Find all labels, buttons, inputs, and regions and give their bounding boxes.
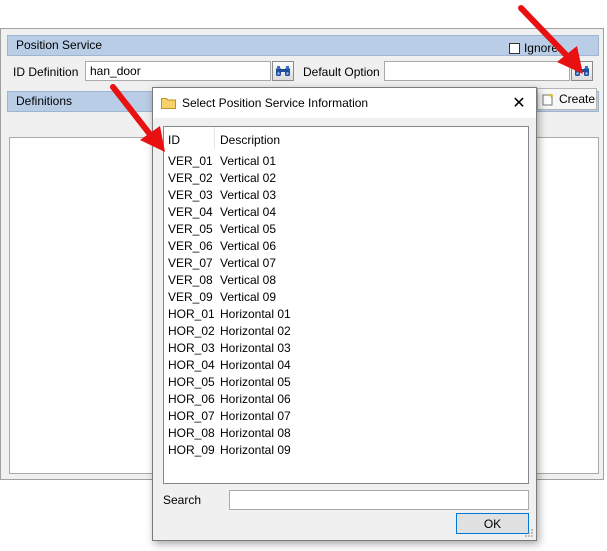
list-item[interactable]: HOR_06 Horizontal 06 — [164, 391, 528, 408]
list-item-description: Vertical 03 — [220, 188, 277, 202]
list-item[interactable]: HOR_07 Horizontal 07 — [164, 408, 528, 425]
list-item[interactable]: HOR_03 Horizontal 03 — [164, 340, 528, 357]
list-item[interactable]: VER_08 Vertical 08 — [164, 272, 528, 289]
list-item-id: HOR_04 — [168, 358, 215, 372]
list-item-description: Horizontal 08 — [220, 426, 291, 440]
list-item-description: Vertical 05 — [220, 222, 277, 236]
list-item-id: HOR_03 — [168, 341, 215, 355]
list-item[interactable]: VER_03 Vertical 03 — [164, 187, 528, 204]
create-button[interactable]: Create — [537, 88, 597, 110]
list-item[interactable]: HOR_04 Horizontal 04 — [164, 357, 528, 374]
list-item-description: Vertical 04 — [220, 205, 277, 219]
list-item-description: Horizontal 09 — [220, 443, 291, 457]
list-item[interactable]: HOR_01 Horizontal 01 — [164, 306, 528, 323]
list-item[interactable]: VER_07 Vertical 07 — [164, 255, 528, 272]
list-item-id: VER_02 — [168, 171, 213, 185]
list-item-description: Vertical 01 — [220, 154, 277, 168]
list-item-description: Vertical 09 — [220, 290, 277, 304]
list-item[interactable]: VER_01 Vertical 01 — [164, 153, 528, 170]
select-position-service-dialog: Select Position Service Information ✕ ID… — [152, 87, 537, 541]
column-header-description[interactable]: Description — [220, 133, 280, 147]
list-item-description: Horizontal 06 — [220, 392, 291, 406]
definitions-title: Definitions — [16, 94, 73, 108]
list-item-description: Horizontal 07 — [220, 409, 291, 423]
list-item[interactable]: VER_05 Vertical 05 — [164, 221, 528, 238]
id-definition-label: ID Definition — [13, 65, 79, 79]
list-item-id: VER_04 — [168, 205, 213, 219]
list-item-description: Horizontal 02 — [220, 324, 291, 338]
list-item-id: VER_03 — [168, 188, 213, 202]
list-item-id: HOR_02 — [168, 324, 215, 338]
dialog-titlebar[interactable]: Select Position Service Information ✕ — [153, 88, 536, 118]
position-service-title: Position Service — [16, 38, 103, 52]
create-label: Create — [559, 92, 596, 106]
list-item-description: Horizontal 05 — [220, 375, 291, 389]
list-item[interactable]: VER_02 Vertical 02 — [164, 170, 528, 187]
list-item-id: VER_08 — [168, 273, 213, 287]
resize-grip-icon[interactable] — [524, 528, 534, 538]
list-header: ID Description — [164, 127, 528, 152]
list-item-id: HOR_05 — [168, 375, 215, 389]
list-item-id: VER_09 — [168, 290, 213, 304]
list-item[interactable]: HOR_02 Horizontal 02 — [164, 323, 528, 340]
list-item-id: HOR_06 — [168, 392, 215, 406]
list-item-id: VER_07 — [168, 256, 213, 270]
dialog-title: Select Position Service Information — [182, 96, 369, 110]
list-item-id: HOR_01 — [168, 307, 215, 321]
list-item-description: Horizontal 01 — [220, 307, 291, 321]
list-item-id: VER_01 — [168, 154, 213, 168]
list-item-description: Vertical 08 — [220, 273, 277, 287]
list-item-id: HOR_09 — [168, 443, 215, 457]
id-definition-input[interactable]: han_door — [85, 61, 271, 81]
new-item-icon — [542, 93, 554, 106]
list-item[interactable]: HOR_05 Horizontal 05 — [164, 374, 528, 391]
list-item-description: Vertical 07 — [220, 256, 277, 270]
list-item-description: Vertical 06 — [220, 239, 277, 253]
position-service-header: Position Service Ignore — [7, 35, 599, 56]
search-input[interactable] — [229, 490, 529, 510]
position-service-list[interactable]: ID Description VER_01 Vertical 01 VER_02 Ve… — [163, 126, 529, 484]
close-icon[interactable]: ✕ — [502, 88, 536, 118]
list-item-id: VER_06 — [168, 239, 213, 253]
search-label: Search — [163, 493, 202, 507]
binoculars-icon — [276, 66, 290, 76]
list-item[interactable]: VER_09 Vertical 09 — [164, 289, 528, 306]
list-item-description: Horizontal 04 — [220, 358, 291, 372]
id-definition-lookup-button[interactable] — [272, 61, 294, 81]
ok-button[interactable]: OK — [456, 513, 529, 534]
default-option-label: Default Option — [303, 65, 380, 79]
list-item-id: VER_05 — [168, 222, 213, 236]
red-arrow-annotation — [110, 84, 165, 152]
list-item[interactable]: VER_06 Vertical 06 — [164, 238, 528, 255]
list-item-id: HOR_07 — [168, 409, 215, 423]
red-arrow-annotation — [518, 5, 583, 74]
column-separator[interactable] — [214, 127, 215, 149]
list-item-description: Vertical 02 — [220, 171, 277, 185]
list-item[interactable]: VER_04 Vertical 04 — [164, 204, 528, 221]
list-item[interactable]: HOR_09 Horizontal 09 — [164, 442, 528, 459]
list-item-description: Horizontal 03 — [220, 341, 291, 355]
list-rows: VER_01 Vertical 01 VER_02 Vertical 02 VER_03… — [164, 153, 528, 459]
list-item-id: HOR_08 — [168, 426, 215, 440]
list-item[interactable]: HOR_08 Horizontal 08 — [164, 425, 528, 442]
